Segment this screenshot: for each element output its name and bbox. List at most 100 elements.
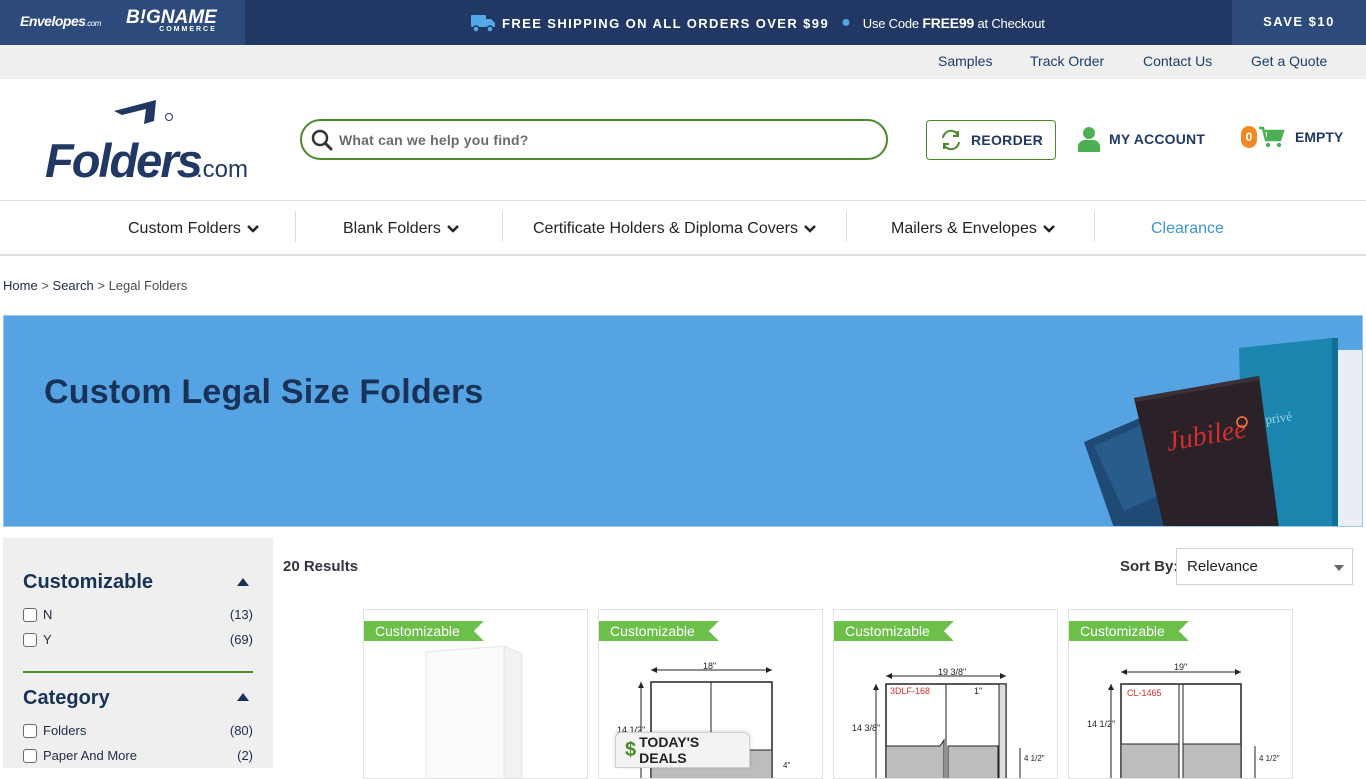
reorder-button[interactable]: REORDER: [926, 120, 1056, 160]
product-code: 3DLF-168: [890, 686, 930, 696]
cart-label: EMPTY: [1295, 129, 1344, 145]
nav-mailers-label: Mailers & Envelopes: [891, 220, 1037, 237]
nav-blank-folders[interactable]: Blank Folders: [343, 220, 460, 238]
folders-hero-image: privé Jubilee: [1084, 338, 1362, 526]
filter-option-n[interactable]: N (13): [23, 607, 253, 622]
breadcrumb-separator: >: [41, 278, 49, 293]
facet-customizable-title[interactable]: Customizable: [23, 571, 153, 594]
my-account-label: MY ACCOUNT: [1109, 131, 1206, 147]
envelopes-brand-text: Envelopes: [20, 13, 86, 29]
nav-certificate-label: Certificate Holders & Diploma Covers: [533, 220, 798, 237]
nav-separator: [1094, 211, 1095, 242]
flap-dimension: 1": [974, 686, 982, 696]
todays-deals-label: TODAY'S DEALS: [639, 734, 700, 766]
breadcrumb-search[interactable]: Search: [53, 278, 94, 293]
bigname-brand-link[interactable]: B!GNAME COMMERCE: [126, 8, 217, 33]
sort-by-select[interactable]: Relevance: [1176, 548, 1353, 585]
checkbox[interactable]: [23, 723, 37, 738]
track-order-link[interactable]: Track Order: [1030, 53, 1104, 69]
envelopes-brand-link[interactable]: Envelopes.com: [20, 13, 101, 29]
customizable-badge: Customizable: [364, 621, 484, 641]
checkbox[interactable]: [23, 748, 37, 763]
refresh-icon: [941, 129, 960, 151]
svg-text:.com: .com: [196, 156, 248, 183]
save-10-button[interactable]: SAVE $10: [1232, 0, 1366, 45]
site-header: Folders .com REORDER MY ACCOUNT 0 EMPTY: [0, 79, 1366, 201]
facet-category-title[interactable]: Category: [23, 687, 110, 710]
product-card[interactable]: 19 3/8" 3DLF-168 1" 14 3/8" 4 1/2" Custo…: [833, 609, 1058, 779]
checkbox[interactable]: [23, 607, 37, 622]
filter-option-label: N: [43, 607, 53, 622]
facet-divider: [23, 671, 253, 673]
filter-sidebar: Customizable N (13) Y (69) Category Folder…: [3, 538, 273, 768]
product-code: CL-1465: [1127, 688, 1162, 698]
filter-option-label: Paper And More: [43, 748, 137, 763]
utility-bar: Samples Track Order Contact Us Get a Quo…: [0, 45, 1366, 79]
folders-logo[interactable]: Folders .com: [44, 97, 249, 187]
search-icon: [311, 129, 333, 150]
category-hero-banner: Custom Legal Size Folders privé Jubilee: [3, 315, 1363, 527]
filter-option-count: (13): [229, 607, 253, 622]
caret-down-icon: [1334, 565, 1344, 571]
dimension-height: 14 1/2": [1087, 719, 1115, 729]
product-card[interactable]: Customizable: [363, 609, 588, 779]
cart-link[interactable]: 0 EMPTY: [1241, 126, 1343, 148]
brand-tabs: Envelopes.com B!GNAME COMMERCE: [0, 0, 245, 45]
dimension-width: 18": [703, 661, 716, 671]
truck-icon: [471, 15, 495, 33]
search-box[interactable]: [300, 119, 888, 160]
todays-deals-tab[interactable]: $ TODAY'S DEALS: [615, 732, 750, 768]
customizable-badge: Customizable: [1069, 621, 1189, 641]
page-title: Custom Legal Size Folders: [44, 373, 484, 411]
get-a-quote-link[interactable]: Get a Quote: [1251, 53, 1327, 69]
envelopes-brand-suffix: .com: [85, 19, 102, 28]
samples-link[interactable]: Samples: [938, 53, 992, 69]
filter-option-y[interactable]: Y (69): [23, 632, 253, 647]
filter-option-count: (69): [229, 632, 253, 647]
chevron-down-icon: [804, 225, 816, 233]
promo-code-text: Use Code FREE99 at Checkout: [863, 15, 1045, 31]
pocket-dimension: 4": [783, 761, 790, 770]
sort-by-label: Sort By:: [1120, 558, 1179, 575]
filter-option-label: Folders: [43, 723, 87, 738]
filter-option-count: (2): [237, 748, 253, 763]
filter-option-folders[interactable]: Folders (80): [23, 723, 253, 738]
breadcrumb-home[interactable]: Home: [3, 278, 38, 293]
promo-code: FREE99: [922, 15, 975, 31]
nav-certificate-holders[interactable]: Certificate Holders & Diploma Covers: [533, 220, 817, 238]
shipping-text: FREE SHIPPING ON ALL ORDERS OVER $99: [502, 15, 830, 31]
filter-option-count: (80): [229, 723, 253, 738]
dimension-width: 19 3/8": [938, 667, 966, 677]
cart-icon: [1259, 126, 1285, 148]
reorder-label: REORDER: [970, 132, 1044, 148]
promo-code-prefix: Use Code: [862, 16, 923, 31]
filter-option-label: Y: [43, 632, 52, 647]
chevron-down-icon: [1042, 225, 1055, 233]
product-card[interactable]: 19" CL-1465 14 1/2" 4 1/2" Customizable: [1068, 609, 1293, 779]
dollar-icon: $: [625, 738, 637, 761]
chevron-up-icon[interactable]: [237, 693, 249, 701]
contact-us-link[interactable]: Contact Us: [1143, 53, 1212, 69]
pocket-dimension: 4 1/2": [1024, 754, 1045, 763]
filter-option-paper-and-more[interactable]: Paper And More (2): [23, 748, 253, 763]
checkbox[interactable]: [23, 632, 37, 647]
sort-by-value: Relevance: [1187, 558, 1258, 575]
breadcrumb-separator: >: [97, 278, 105, 293]
main-nav: Custom Folders Blank Folders Certificate…: [0, 201, 1366, 256]
promo-code-suffix: at Checkout: [974, 16, 1045, 31]
folders-logo-mark: Folders .com: [45, 100, 248, 187]
customizable-badge: Customizable: [834, 621, 954, 641]
my-account-link[interactable]: MY ACCOUNT: [1078, 126, 1205, 152]
logo-text: Folders: [45, 134, 202, 187]
cart-count-badge: 0: [1241, 126, 1257, 148]
customizable-badge: Customizable: [599, 621, 719, 641]
dimension-height: 14 3/8": [852, 723, 880, 733]
chevron-down-icon: [446, 225, 459, 233]
dimension-width: 19": [1174, 662, 1187, 672]
nav-clearance[interactable]: Clearance: [1151, 220, 1224, 238]
nav-custom-folders[interactable]: Custom Folders: [128, 220, 260, 238]
promo-bar: Envelopes.com B!GNAME COMMERCE FREE SHIPP…: [0, 0, 1366, 45]
nav-mailers-envelopes[interactable]: Mailers & Envelopes: [891, 220, 1056, 238]
chevron-up-icon[interactable]: [237, 578, 249, 586]
search-input[interactable]: [339, 131, 859, 148]
